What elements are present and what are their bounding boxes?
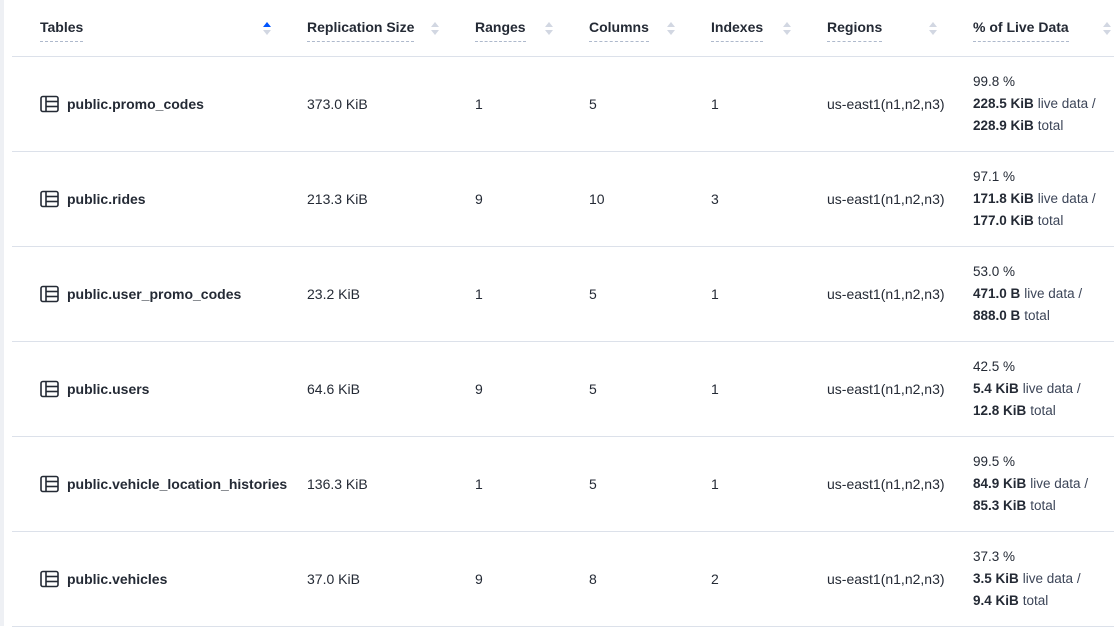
indexes-value: 1	[711, 286, 827, 302]
indexes-value: 1	[711, 381, 827, 397]
replication-size-value: 37.0 KiB	[307, 571, 475, 587]
live-data-cell: 99.8 % 228.5 KiBlive data / 228.9 KiBtot…	[973, 71, 1114, 137]
table-row[interactable]: public.rides 213.3 KiB 9 10 3 us-east1(n…	[12, 152, 1114, 247]
tables-table: Tables Replication Size Ranges Columns I…	[12, 0, 1114, 627]
column-header-regions[interactable]: Regions	[827, 15, 973, 42]
sort-carets-icon	[263, 22, 271, 39]
column-header-label: Indexes	[711, 19, 763, 42]
table-name-link[interactable]: public.rides	[67, 191, 146, 207]
page-edge-strip	[0, 0, 4, 626]
total-size-line: 12.8 KiBtotal	[973, 400, 1114, 422]
ranges-value: 1	[475, 286, 589, 302]
columns-value: 5	[589, 476, 711, 492]
table-icon	[40, 475, 59, 493]
sort-carets-icon	[431, 22, 439, 39]
column-header-tables[interactable]: Tables	[12, 15, 307, 42]
total-size-line: 9.4 KiBtotal	[973, 590, 1114, 612]
ranges-value: 9	[475, 571, 589, 587]
column-header-replication-size[interactable]: Replication Size	[307, 15, 475, 42]
table-icon	[40, 190, 59, 208]
live-data-percent: 99.8 %	[973, 71, 1114, 93]
live-data-cell: 99.5 % 84.9 KiBlive data / 85.3 KiBtotal	[973, 451, 1114, 517]
live-data-size-line: 471.0 Blive data /	[973, 283, 1114, 305]
column-header-label: Replication Size	[307, 19, 414, 42]
indexes-value: 1	[711, 476, 827, 492]
table-body: public.promo_codes 373.0 KiB 1 5 1 us-ea…	[12, 57, 1114, 627]
table-row[interactable]: public.vehicles 37.0 KiB 9 8 2 us-east1(…	[12, 532, 1114, 627]
table-name-link[interactable]: public.promo_codes	[67, 96, 204, 112]
live-data-percent: 53.0 %	[973, 261, 1114, 283]
columns-value: 5	[589, 286, 711, 302]
indexes-value: 1	[711, 96, 827, 112]
column-header-label: Tables	[40, 19, 83, 42]
live-data-size-line: 171.8 KiBlive data /	[973, 188, 1114, 210]
replication-size-value: 23.2 KiB	[307, 286, 475, 302]
table-row[interactable]: public.users 64.6 KiB 9 5 1 us-east1(n1,…	[12, 342, 1114, 437]
live-data-cell: 53.0 % 471.0 Blive data / 888.0 Btotal	[973, 261, 1114, 327]
live-data-size-line: 84.9 KiBlive data /	[973, 473, 1114, 495]
regions-value: us-east1(n1,n2,n3)	[827, 381, 973, 397]
regions-value: us-east1(n1,n2,n3)	[827, 286, 973, 302]
table-row[interactable]: public.promo_codes 373.0 KiB 1 5 1 us-ea…	[12, 57, 1114, 152]
total-size-line: 177.0 KiBtotal	[973, 210, 1114, 232]
replication-size-value: 213.3 KiB	[307, 191, 475, 207]
table-icon	[40, 95, 59, 113]
column-header-label: % of Live Data	[973, 19, 1069, 42]
columns-value: 5	[589, 96, 711, 112]
replication-size-value: 64.6 KiB	[307, 381, 475, 397]
column-header-label: Ranges	[475, 19, 526, 42]
regions-value: us-east1(n1,n2,n3)	[827, 476, 973, 492]
table-name-link[interactable]: public.user_promo_codes	[67, 286, 241, 302]
ranges-value: 9	[475, 191, 589, 207]
column-header-live-data[interactable]: % of Live Data	[973, 15, 1114, 42]
sort-carets-icon	[545, 22, 553, 39]
indexes-value: 3	[711, 191, 827, 207]
column-header-columns[interactable]: Columns	[589, 15, 711, 42]
live-data-cell: 37.3 % 3.5 KiBlive data / 9.4 KiBtotal	[973, 546, 1114, 612]
live-data-percent: 37.3 %	[973, 546, 1114, 568]
table-icon	[40, 380, 59, 398]
table-row[interactable]: public.user_promo_codes 23.2 KiB 1 5 1 u…	[12, 247, 1114, 342]
ranges-value: 9	[475, 381, 589, 397]
regions-value: us-east1(n1,n2,n3)	[827, 571, 973, 587]
table-icon	[40, 285, 59, 303]
ranges-value: 1	[475, 476, 589, 492]
table-icon	[40, 570, 59, 588]
column-header-ranges[interactable]: Ranges	[475, 15, 589, 42]
column-header-label: Columns	[589, 19, 649, 42]
live-data-cell: 97.1 % 171.8 KiBlive data / 177.0 KiBtot…	[973, 166, 1114, 232]
replication-size-value: 136.3 KiB	[307, 476, 475, 492]
live-data-size-line: 228.5 KiBlive data /	[973, 93, 1114, 115]
table-name-link[interactable]: public.vehicles	[67, 571, 167, 587]
table-name-link[interactable]: public.users	[67, 381, 149, 397]
live-data-percent: 42.5 %	[973, 356, 1114, 378]
live-data-percent: 99.5 %	[973, 451, 1114, 473]
replication-size-value: 373.0 KiB	[307, 96, 475, 112]
table-row[interactable]: public.vehicle_location_histories 136.3 …	[12, 437, 1114, 532]
live-data-cell: 42.5 % 5.4 KiBlive data / 12.8 KiBtotal	[973, 356, 1114, 422]
total-size-line: 888.0 Btotal	[973, 305, 1114, 327]
live-data-size-line: 3.5 KiBlive data /	[973, 568, 1114, 590]
ranges-value: 1	[475, 96, 589, 112]
regions-value: us-east1(n1,n2,n3)	[827, 191, 973, 207]
column-header-label: Regions	[827, 19, 882, 42]
table-name-link[interactable]: public.vehicle_location_histories	[67, 476, 287, 492]
table-header-row: Tables Replication Size Ranges Columns I…	[12, 0, 1114, 57]
total-size-line: 85.3 KiBtotal	[973, 495, 1114, 517]
sort-carets-icon	[783, 22, 791, 39]
live-data-percent: 97.1 %	[973, 166, 1114, 188]
total-size-line: 228.9 KiBtotal	[973, 115, 1114, 137]
sort-carets-icon	[1103, 22, 1111, 39]
sort-carets-icon	[667, 22, 675, 39]
sort-carets-icon	[929, 22, 937, 39]
indexes-value: 2	[711, 571, 827, 587]
column-header-indexes[interactable]: Indexes	[711, 15, 827, 42]
columns-value: 5	[589, 381, 711, 397]
live-data-size-line: 5.4 KiBlive data /	[973, 378, 1114, 400]
regions-value: us-east1(n1,n2,n3)	[827, 96, 973, 112]
columns-value: 10	[589, 191, 711, 207]
columns-value: 8	[589, 571, 711, 587]
